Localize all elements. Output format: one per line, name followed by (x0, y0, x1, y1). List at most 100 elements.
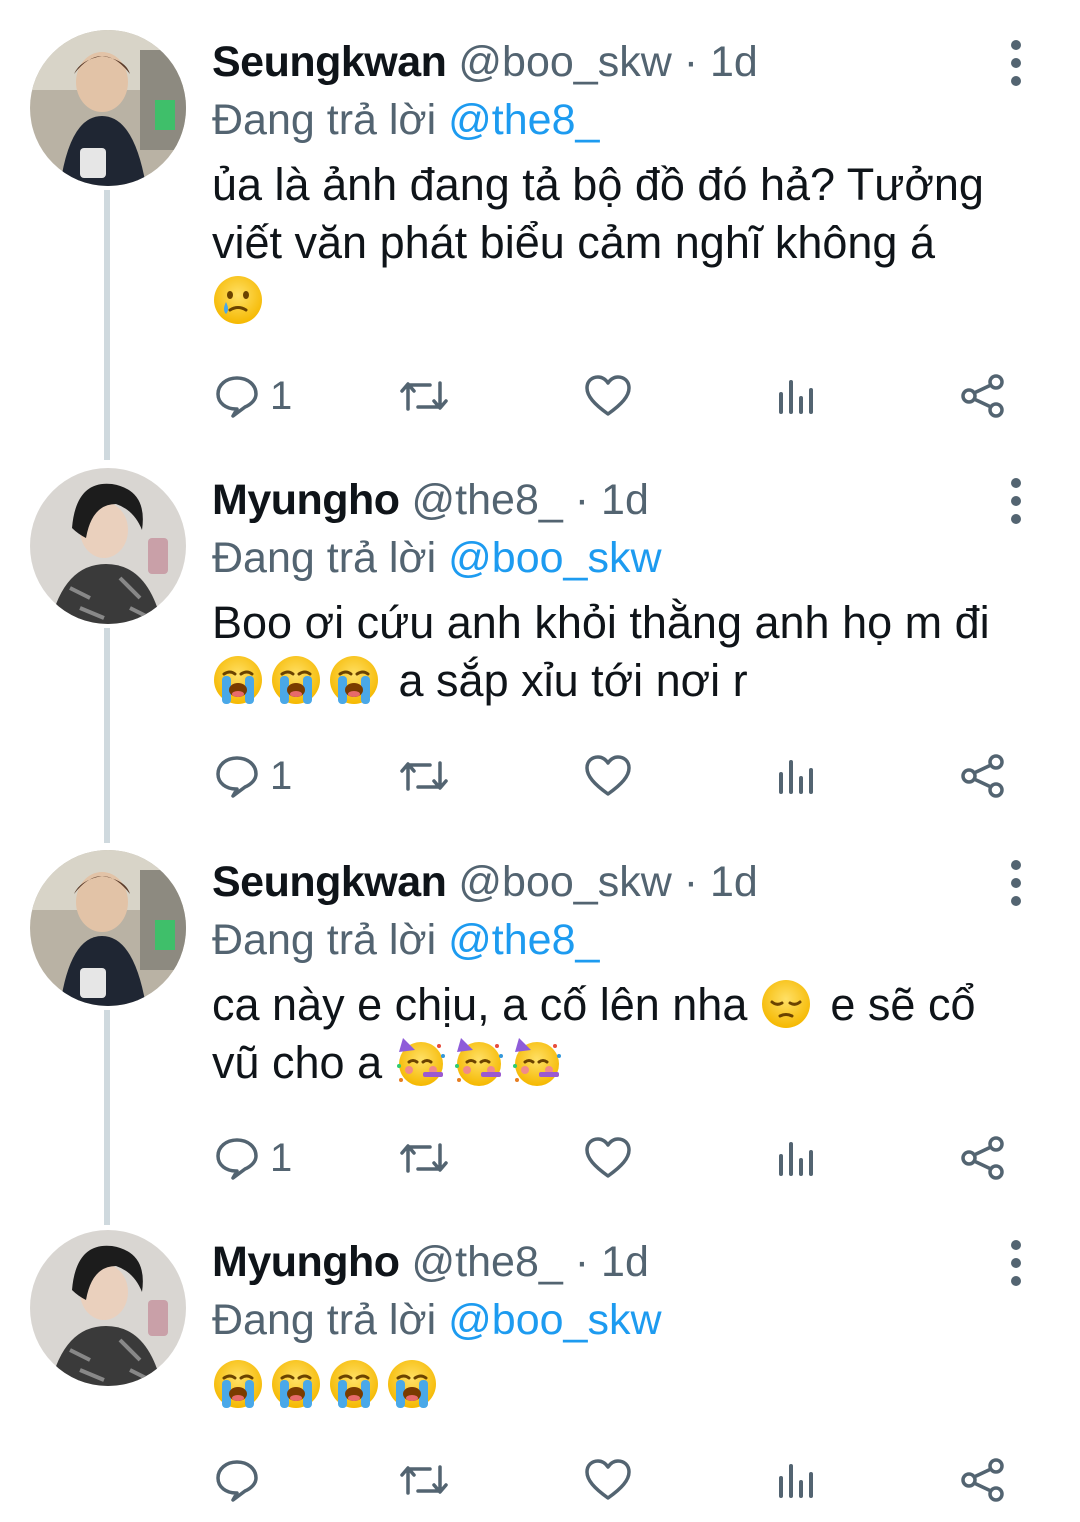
action-bar (0, 1450, 1080, 1510)
reply-button[interactable]: 1 (214, 746, 292, 806)
reply-count: 1 (270, 753, 293, 798)
tweet[interactable]: Myungho @the8_ · 1d Đang trả lời @boo_sk… (0, 438, 1080, 838)
like-button[interactable] (584, 746, 632, 806)
retweet-button[interactable] (398, 366, 450, 426)
mention-link[interactable]: @the8_ (448, 916, 599, 964)
timestamp[interactable]: 1d (710, 858, 758, 906)
heart-icon (585, 375, 631, 416)
reply-button[interactable] (214, 1450, 270, 1510)
tweet-text-line: viết văn phát biểu cảm nghĩ không á (212, 217, 935, 268)
avatar[interactable] (30, 1230, 186, 1386)
replying-to: Đang trả lời @boo_skw (212, 1294, 662, 1346)
reply-button[interactable]: 1 (214, 366, 292, 426)
partying-emoji (511, 1036, 563, 1088)
share-button[interactable] (960, 746, 1006, 806)
pensive-emoji (760, 978, 812, 1030)
reply-icon (216, 376, 258, 418)
share-icon (961, 1136, 1004, 1180)
views-button[interactable] (776, 746, 816, 806)
loudly-crying-emoji (212, 1358, 264, 1410)
replying-to: Đang trả lời @the8_ (212, 914, 599, 966)
reply-button[interactable]: 1 (214, 1128, 292, 1188)
avatar[interactable] (30, 30, 186, 186)
partying-emoji (395, 1036, 447, 1088)
tweet-text-segment: e sẽ cổ (830, 979, 976, 1030)
share-icon (961, 1458, 1004, 1502)
views-button[interactable] (776, 366, 816, 426)
tweet-text-segment: vũ cho a (212, 1037, 383, 1088)
tweet-header: Seungkwan @boo_skw · 1d (212, 36, 758, 88)
loudly-crying-emoji (328, 654, 380, 706)
more-vertical-icon[interactable] (1000, 478, 1032, 524)
action-bar: 1 (0, 1128, 1080, 1188)
retweet-icon (400, 381, 448, 411)
separator: · (574, 1238, 590, 1286)
more-vertical-icon[interactable] (1000, 40, 1032, 86)
views-button[interactable] (776, 1450, 816, 1510)
display-name[interactable]: Seungkwan (212, 858, 447, 906)
loudly-crying-emoji (212, 654, 264, 706)
retweet-button[interactable] (398, 1450, 450, 1510)
replying-to: Đang trả lời @boo_skw (212, 532, 662, 584)
share-button[interactable] (960, 1450, 1006, 1510)
reply-icon (216, 1138, 258, 1180)
retweet-button[interactable] (398, 1128, 450, 1188)
username[interactable]: @the8_ (412, 476, 563, 524)
username[interactable]: @boo_skw (458, 38, 671, 86)
reply-icon (216, 1460, 258, 1502)
display-name[interactable]: Seungkwan (212, 38, 447, 86)
views-icon (779, 1142, 813, 1176)
heart-icon (585, 1137, 631, 1178)
avatar[interactable] (30, 850, 186, 1006)
display-name[interactable]: Myungho (212, 1238, 400, 1286)
replying-to-label: Đang trả lời (212, 1296, 437, 1344)
like-button[interactable] (584, 366, 632, 426)
timestamp[interactable]: 1d (601, 476, 649, 524)
tweet-text-segment: ca này e chịu, a cố lên nha (212, 979, 748, 1030)
replying-to-label: Đang trả lời (212, 534, 437, 582)
tweet-text (212, 1356, 1052, 1414)
retweet-button[interactable] (398, 746, 450, 806)
timestamp[interactable]: 1d (710, 38, 758, 86)
tweet-header: Myungho @the8_ · 1d (212, 1236, 649, 1288)
retweet-icon (400, 1465, 448, 1495)
share-button[interactable] (960, 1128, 1006, 1188)
views-icon (779, 380, 813, 414)
reply-icon (216, 756, 258, 798)
separator: · (683, 38, 699, 86)
share-icon (961, 754, 1004, 798)
views-button[interactable] (776, 1128, 816, 1188)
tweet-text: ca này e chịu, a cố lên nha e sẽ cổ vũ c… (212, 976, 1052, 1092)
display-name[interactable]: Myungho (212, 476, 400, 524)
mention-link[interactable]: @boo_skw (448, 1296, 661, 1344)
retweet-icon (400, 1143, 448, 1173)
tweet[interactable]: Myungho @the8_ · 1d Đang trả lời @boo_sk… (0, 1200, 1080, 1522)
mention-link[interactable]: @the8_ (448, 96, 599, 144)
separator: · (574, 476, 590, 524)
heart-icon (585, 1459, 631, 1500)
mention-link[interactable]: @boo_skw (448, 534, 661, 582)
tweet-text-segment: a sắp xỉu tới nơi r (398, 655, 748, 706)
more-vertical-icon[interactable] (1000, 1240, 1032, 1286)
loudly-crying-emoji (328, 1358, 380, 1410)
tweet-header: Myungho @the8_ · 1d (212, 474, 649, 526)
separator: · (683, 858, 699, 906)
views-icon (779, 760, 813, 794)
timestamp[interactable]: 1d (601, 1238, 649, 1286)
tweet-text-line: Boo ơi cứu anh khỏi thằng anh họ m đi (212, 597, 990, 648)
loudly-crying-emoji (270, 654, 322, 706)
tweet-text: ủa là ảnh đang tả bộ đồ đó hả? Tưởng viế… (212, 156, 1052, 330)
like-button[interactable] (584, 1128, 632, 1188)
tweet[interactable]: Seungkwan @boo_skw · 1d Đang trả lời @th… (0, 820, 1080, 1220)
share-button[interactable] (960, 366, 1006, 426)
username[interactable]: @boo_skw (458, 858, 671, 906)
avatar[interactable] (30, 468, 186, 624)
like-button[interactable] (584, 1450, 632, 1510)
partying-emoji (453, 1036, 505, 1088)
username[interactable]: @the8_ (412, 1238, 563, 1286)
loudly-crying-emoji (386, 1358, 438, 1410)
replying-to-label: Đang trả lời (212, 96, 437, 144)
tweet[interactable]: Seungkwan @boo_skw · 1d Đang trả lời @th… (0, 0, 1080, 440)
share-icon (961, 374, 1004, 418)
more-vertical-icon[interactable] (1000, 860, 1032, 906)
